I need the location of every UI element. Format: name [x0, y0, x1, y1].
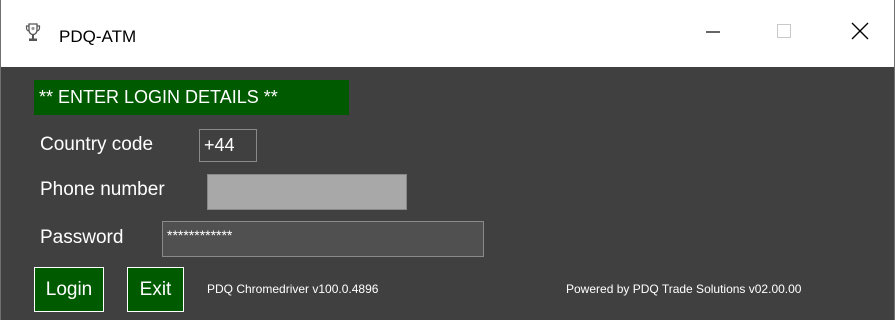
password-label: Password	[40, 227, 124, 248]
login-button[interactable]: Login	[34, 267, 104, 312]
phone-number-input[interactable]	[207, 174, 407, 210]
title-bar[interactable]: PDQ-ATM	[1, 0, 894, 67]
app-window: PDQ-ATM ** ENTER LOGIN DETAILS ** Countr…	[0, 0, 895, 320]
maximize-button[interactable]	[748, 0, 820, 67]
window-title: PDQ-ATM	[59, 27, 137, 46]
minimize-icon	[705, 23, 721, 44]
exit-button[interactable]: Exit	[127, 267, 184, 312]
login-banner: ** ENTER LOGIN DETAILS **	[34, 80, 349, 115]
country-code-input[interactable]	[199, 129, 257, 162]
trophy-icon	[25, 22, 41, 44]
password-masked-value: ************	[167, 227, 233, 243]
minimize-button[interactable]	[677, 0, 749, 67]
country-code-label: Country code	[40, 134, 154, 155]
maximize-icon	[776, 23, 792, 44]
close-button[interactable]	[824, 0, 895, 67]
powered-by-text: Powered by PDQ Trade Solutions v02.00.00	[566, 282, 802, 296]
chromedriver-version: PDQ Chromedriver v100.0.4896	[207, 282, 379, 296]
close-icon	[851, 22, 869, 45]
phone-number-label: Phone number	[40, 179, 165, 200]
